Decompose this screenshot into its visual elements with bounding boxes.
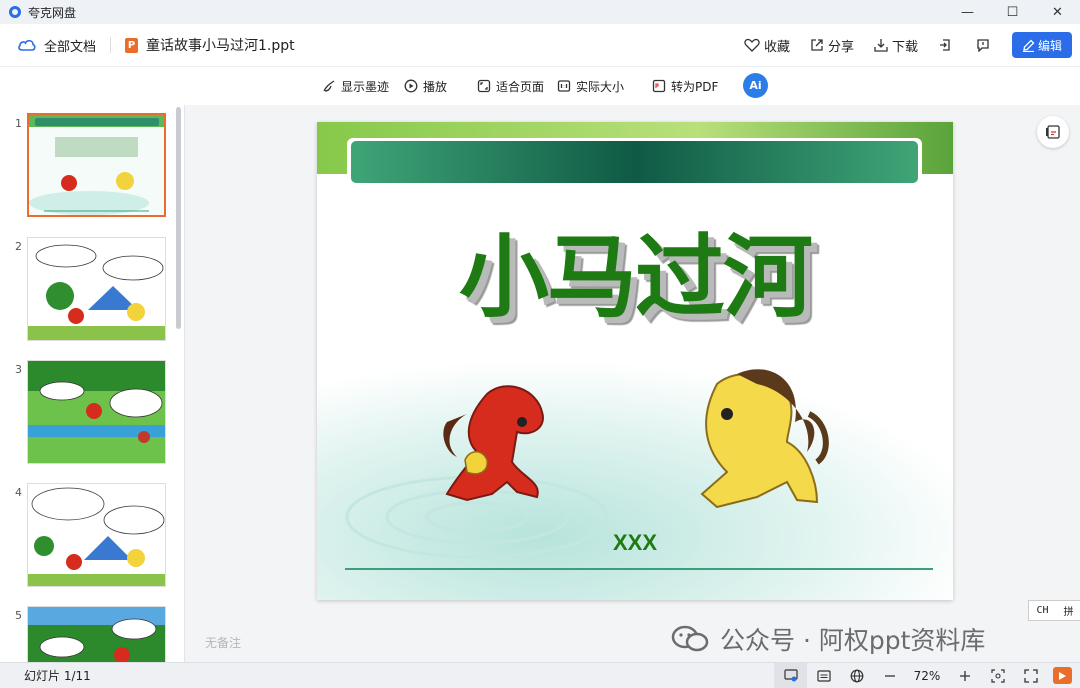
fit-page-icon <box>477 79 491 93</box>
wechat-icon <box>671 625 709 652</box>
slide-artwork <box>317 122 953 600</box>
globe-icon <box>850 669 863 682</box>
comment-icon <box>977 39 989 52</box>
web-view-button[interactable] <box>840 663 873 688</box>
notes-view-icon <box>816 669 831 682</box>
normal-view-icon <box>783 669 798 682</box>
thumb-number: 5 <box>15 609 22 622</box>
ime-lang: CH <box>1036 605 1049 616</box>
notes-placeholder[interactable]: 无备注 <box>205 634 241 651</box>
pdf-icon <box>652 79 666 93</box>
status-bar: 幻灯片 1/11 72% <box>0 662 1080 688</box>
app-title: 夸克网盘 <box>28 5 77 20</box>
view-toolbar: 显示墨迹 播放 适合页面 实际大小 转为PDF Ai <box>0 66 1080 106</box>
slide-thumbnail-5[interactable] <box>27 606 166 662</box>
slide-thumbnail-panel: 1 2 3 4 5 <box>0 105 185 662</box>
all-docs-link[interactable]: 全部文档 <box>18 36 96 55</box>
actual-size-label: 实际大小 <box>576 79 625 94</box>
slide-author: XXX <box>612 530 658 555</box>
thumbnail-scrollbar[interactable] <box>176 107 181 329</box>
all-docs-label: 全部文档 <box>44 39 97 55</box>
thumbnail-image <box>28 238 165 340</box>
share-button[interactable]: 分享 <box>810 36 854 55</box>
slides-panel-icon <box>1046 125 1060 139</box>
favorite-label: 收藏 <box>763 39 790 55</box>
slide-view[interactable]: 小马过河 XXX <box>317 122 953 600</box>
thumb-number: 3 <box>15 363 22 376</box>
convert-pdf-button[interactable]: 转为PDF <box>652 67 718 105</box>
header-bar: 全部文档 P 童话故事小马过河1.ppt 收藏 分享 下载 编辑 <box>0 24 1080 66</box>
slide-canvas: 小马过河 XXX 无备注 CH 拼 公众号 · 阿权ppt资料库 <box>185 105 1080 662</box>
show-ink-button[interactable]: 显示墨迹 <box>322 67 389 105</box>
feedback-button[interactable] <box>976 38 994 52</box>
favorite-button[interactable]: 收藏 <box>744 36 790 55</box>
plus-icon <box>959 670 970 681</box>
close-button[interactable]: ✕ <box>1035 0 1080 24</box>
share-label: 分享 <box>827 39 854 55</box>
watermark-text: 公众号 · 阿权ppt资料库 <box>720 626 986 655</box>
share-icon <box>811 39 823 51</box>
show-ink-label: 显示墨迹 <box>341 79 390 94</box>
thumbnail-image <box>28 361 165 463</box>
thumbnail-image <box>28 607 165 662</box>
zoom-out-button[interactable] <box>873 663 906 688</box>
normal-view-button[interactable] <box>774 663 807 688</box>
fit-window-icon <box>990 668 1005 683</box>
notes-view-button[interactable] <box>807 663 840 688</box>
heart-icon <box>744 38 760 52</box>
download-button[interactable]: 下载 <box>874 36 918 55</box>
pencil-icon <box>1022 39 1035 52</box>
notes-toggle-button[interactable] <box>1037 116 1069 148</box>
play-label: 播放 <box>423 79 448 94</box>
wechat-watermark: 公众号 · 阿权ppt资料库 <box>670 621 985 657</box>
slideshow-play-button[interactable] <box>1053 667 1072 684</box>
file-name: 童话故事小马过河1.ppt <box>146 38 295 54</box>
ppt-file-icon: P <box>125 37 139 53</box>
play-button[interactable]: 播放 <box>404 67 447 105</box>
ink-icon <box>323 80 335 92</box>
slide-title: 小马过河 <box>459 224 813 330</box>
fit-page-label: 适合页面 <box>496 79 545 94</box>
download-label: 下载 <box>891 39 918 55</box>
ime-mode: 拼 <box>1063 607 1074 618</box>
export-icon <box>940 39 950 51</box>
actual-size-button[interactable]: 实际大小 <box>557 67 624 105</box>
quark-logo-icon <box>9 6 21 18</box>
zoom-level[interactable]: 72% <box>906 669 948 683</box>
fullscreen-icon <box>1023 668 1038 683</box>
download-icon <box>874 39 888 52</box>
convert-pdf-label: 转为PDF <box>671 79 719 94</box>
window-controls: — ☐ ✕ <box>945 0 1080 24</box>
slide-counter: 幻灯片 1/11 <box>24 669 91 683</box>
title-bar: 夸克网盘 — ☐ ✕ <box>0 0 1080 24</box>
fullscreen-button[interactable] <box>1014 663 1047 688</box>
play-circle-icon <box>404 79 418 93</box>
slide-thumbnail-2[interactable] <box>27 237 166 341</box>
thumbnail-image <box>29 115 164 215</box>
thumb-number: 1 <box>15 117 22 130</box>
thumb-number: 2 <box>15 240 22 253</box>
fit-window-button[interactable] <box>981 663 1014 688</box>
maximize-button[interactable]: ☐ <box>990 0 1035 24</box>
export-button[interactable] <box>938 38 956 52</box>
zoom-in-button[interactable] <box>948 663 981 688</box>
fit-page-button[interactable]: 适合页面 <box>477 67 544 105</box>
thumbnail-image <box>28 484 165 586</box>
minimize-button[interactable]: — <box>945 0 990 24</box>
thumb-number: 4 <box>15 486 22 499</box>
header-actions: 收藏 分享 下载 编辑 <box>724 24 1072 66</box>
edit-button[interactable]: 编辑 <box>1012 32 1072 58</box>
ai-assistant-button[interactable]: Ai <box>743 73 768 98</box>
actual-size-icon <box>557 80 571 92</box>
edit-label: 编辑 <box>1037 38 1062 53</box>
cloud-icon <box>18 39 36 51</box>
slide-thumbnail-3[interactable] <box>27 360 166 464</box>
play-icon <box>1059 671 1066 680</box>
ime-indicator[interactable]: CH 拼 <box>1028 600 1080 621</box>
slide-thumbnail-1[interactable] <box>27 113 166 217</box>
slide-thumbnail-4[interactable] <box>27 483 166 587</box>
minus-icon <box>884 674 895 677</box>
status-controls: 72% <box>774 663 1072 688</box>
divider <box>110 37 112 53</box>
